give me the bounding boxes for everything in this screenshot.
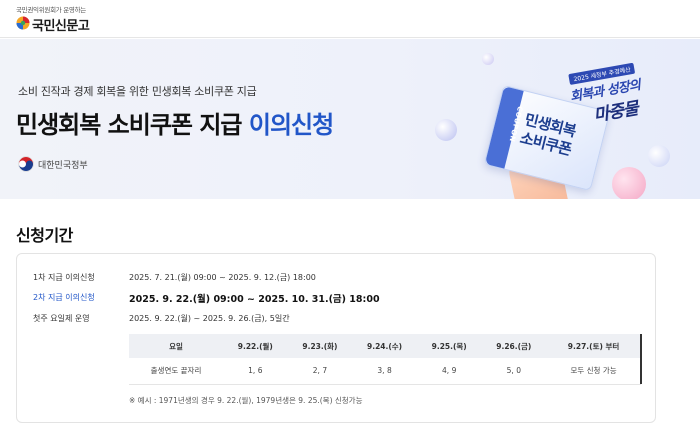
table-cell: 1, 6 [223, 358, 288, 385]
table-header-cell: 9.23.(화) [287, 334, 353, 358]
taegeuk-emblem-icon [18, 156, 34, 172]
period-value: 2025. 7. 21.(월) 09:00 ~ 2025. 9. 12.(금) … [129, 273, 316, 282]
table-header-cell: 9.26.(금) [481, 334, 547, 358]
period-label: 2차 지급 이의신청 [33, 293, 95, 302]
weekday-schedule-table: 요일 9.22.(월) 9.23.(화) 9.24.(수) 9.25.(목) 9… [129, 334, 641, 385]
site-logo[interactable]: 국민권익위원회가 운영하는 국민신문고 [14, 4, 114, 34]
table-header-cell: 9.27.(토) 부터 [546, 334, 641, 358]
period-label: 첫주 요일제 운영 [33, 314, 90, 323]
banner-subtitle: 소비 진작과 경제 회복을 위한 민생회복 소비쿠폰 지급 [18, 85, 257, 98]
decorative-bubble [435, 119, 457, 141]
table-header-cell: 9.25.(목) [416, 334, 482, 358]
period-value: 2025. 9. 22.(월) ~ 2025. 9. 26.(금), 5일간 [129, 314, 290, 323]
table-cell: 모두 신청 가능 [546, 358, 641, 385]
table-header-cell: 9.24.(수) [352, 334, 417, 358]
period-value: 2025. 9. 22.(월) 09:00 ~ 2025. 10. 31.(금)… [129, 294, 380, 305]
application-period-card: 1차 지급 이의신청 2025. 7. 21.(월) 09:00 ~ 2025.… [16, 253, 656, 423]
site-header: 국민권익위원회가 운영하는 국민신문고 [0, 0, 700, 38]
table-cell: 4, 9 [416, 358, 482, 385]
banner-title-highlight: 이의신청 [248, 111, 334, 139]
table-header-cell: 9.22.(월) [223, 334, 288, 358]
example-note: ※ 예시 : 1971년생의 경우 9. 22.(월), 1979년생은 9. … [129, 396, 363, 405]
table-cell: 2, 7 [287, 358, 353, 385]
slogan-graphic: 2025 새정부 추경예산 회복과 성장의 마중물 [565, 55, 646, 129]
coupon-strip: COUPON [484, 86, 524, 169]
decorative-bubble [482, 53, 494, 65]
table-header-cell: 요일 [129, 334, 223, 358]
logo-name: 국민신문고 [32, 19, 90, 34]
hero-banner: 소비 진작과 경제 회복을 위한 민생회복 소비쿠폰 지급 민생회복 소비쿠폰 … [0, 39, 700, 199]
table-row: 출생연도 끝자리 1, 6 2, 7 3, 8 4, 9 5, 0 모두 신청 … [129, 358, 641, 385]
logo-tagline: 국민권익위원회가 운영하는 [16, 6, 86, 14]
table-header-row: 요일 9.22.(월) 9.23.(화) 9.24.(수) 9.25.(목) 9… [129, 334, 641, 358]
table-cell: 5, 0 [481, 358, 547, 385]
table-cell: 3, 8 [352, 358, 417, 385]
section-title: 신청기간 [16, 226, 73, 245]
decorative-bubble [612, 167, 646, 199]
decorative-bubble [648, 145, 670, 167]
government-label: 대한민국정부 [38, 161, 88, 171]
table-right-border [640, 334, 642, 384]
banner-title-main: 민생회복 소비쿠폰 지급 [16, 111, 243, 139]
coupon-text: 민생회복 소비쿠폰 [518, 110, 577, 159]
period-label: 1차 지급 이의신청 [33, 273, 95, 282]
logo-mark-icon [16, 16, 30, 30]
banner-title: 민생회복 소비쿠폰 지급 이의신청 [16, 105, 334, 140]
table-cell: 출생연도 끝자리 [129, 358, 223, 385]
